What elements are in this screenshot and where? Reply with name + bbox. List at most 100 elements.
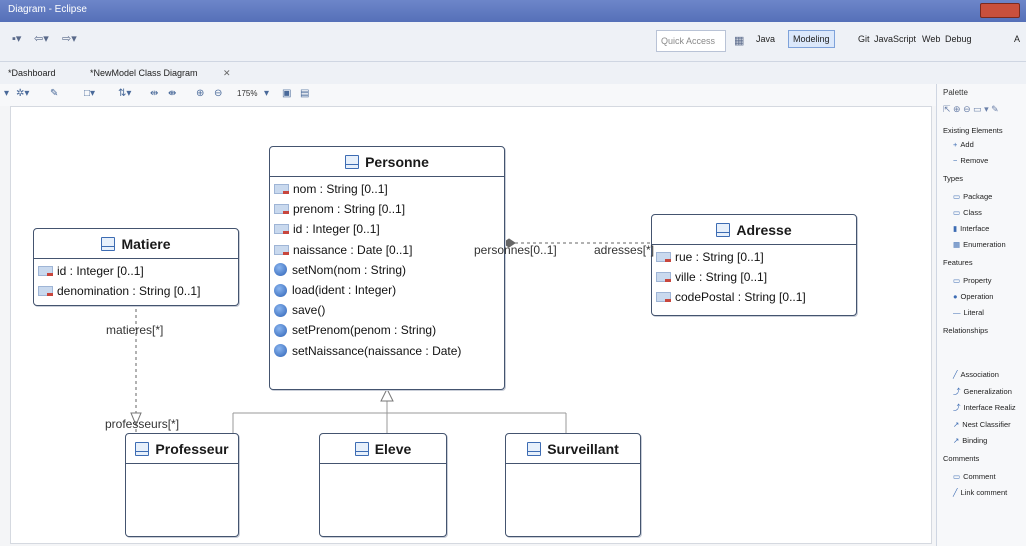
palette-item-interface[interactable]: ▮ Interface xyxy=(953,224,989,233)
select-icon[interactable]: ▾ xyxy=(4,88,9,99)
class-icon xyxy=(354,441,369,456)
palette-item-generalization[interactable]: ⤴ Generalization xyxy=(953,386,1012,397)
class-professeur[interactable]: Professeur xyxy=(125,433,239,537)
operation-label: load(ident : Integer) xyxy=(292,283,397,298)
edit-icon[interactable]: ✎ xyxy=(50,88,58,99)
palette-item-nest-classifier[interactable]: ↗ Nest Classifier xyxy=(953,420,1011,429)
grid-icon[interactable]: ▤ xyxy=(300,88,309,99)
zoom-level[interactable]: 175% xyxy=(237,89,257,98)
class-icon xyxy=(527,441,542,456)
attribute-naissance[interactable]: naissance : Date [0..1] xyxy=(274,240,500,260)
diagram-canvas[interactable]: Personne nom : String [0..1] prenom : St… xyxy=(10,106,932,544)
operation-setprenom[interactable]: setPrenom(penom : String) xyxy=(274,320,500,340)
close-tab-icon[interactable]: ✕ xyxy=(223,68,231,79)
palette-item-class[interactable]: ▭ Class xyxy=(953,208,982,217)
attribute-prenom[interactable]: prenom : String [0..1] xyxy=(274,199,500,219)
export-image-icon[interactable]: ▣ xyxy=(282,88,291,99)
class-matiere[interactable]: Matiere id : Integer [0..1] denomination… xyxy=(33,228,239,306)
palette-item-association[interactable]: ╱ Association xyxy=(953,370,999,379)
attribute-id[interactable]: id : Integer [0..1] xyxy=(38,261,234,281)
comment-icon: ▭ xyxy=(953,472,961,481)
palette-section-features[interactable]: Features xyxy=(943,258,973,267)
main-toolbar: ▪▾ ⇦▾ ⇨▾ Quick Access ▦ Java Modeling Gi… xyxy=(0,22,1026,62)
class-eleve[interactable]: Eleve xyxy=(319,433,447,537)
class-surveillant[interactable]: Surveillant xyxy=(505,433,641,537)
class-matiere-header: Matiere xyxy=(34,229,238,259)
perspective-java[interactable]: Java xyxy=(756,34,775,44)
open-perspective-icon[interactable]: ▦ xyxy=(734,34,744,47)
palette-item-binding[interactable]: ↗ Binding xyxy=(953,436,987,445)
palette-item-package[interactable]: ▭ Package xyxy=(953,192,992,201)
binding-icon: ↗ xyxy=(953,436,960,445)
palette-item-property[interactable]: ▭ Property xyxy=(953,276,991,285)
palette-section-types[interactable]: Types xyxy=(943,174,963,183)
palette-section-relationships[interactable]: Relationships xyxy=(943,326,988,335)
palette-item-operation[interactable]: ● Operation xyxy=(953,292,993,301)
class-matiere-name: Matiere xyxy=(121,235,171,252)
attribute-codepostal[interactable]: codePostal : String [0..1] xyxy=(656,287,852,307)
attribute-rue[interactable]: rue : String [0..1] xyxy=(656,247,852,267)
new-icon[interactable]: ▪▾ xyxy=(12,32,21,45)
close-window-button[interactable] xyxy=(980,3,1020,18)
link-comment-icon: ╱ xyxy=(953,488,958,497)
interface-icon: ▮ xyxy=(953,224,958,233)
perspective-debug[interactable]: Debug xyxy=(945,34,972,44)
attribute-ville[interactable]: ville : String [0..1] xyxy=(656,267,852,287)
class-personne-header: Personne xyxy=(270,147,504,177)
arrange-icon[interactable]: ⇅▾ xyxy=(118,88,131,99)
attribute-id[interactable]: id : Integer [0..1] xyxy=(274,219,500,239)
align-icon[interactable]: ⇹ xyxy=(150,88,158,99)
operation-setnom[interactable]: setNom(nom : String) xyxy=(274,260,500,280)
operation-setnaissance[interactable]: setNaissance(naissance : Date) xyxy=(274,341,500,361)
palette-item-add[interactable]: + Add xyxy=(953,140,974,149)
distribute-icon[interactable]: ⇼ xyxy=(168,88,176,99)
perspective-web[interactable]: Web xyxy=(922,34,940,44)
perspective-javascript[interactable]: JavaScript xyxy=(874,34,916,44)
attribute-label: id : Integer [0..1] xyxy=(57,264,144,279)
perspective-modeling[interactable]: Modeling xyxy=(788,30,835,48)
layout-icon[interactable]: ✲▾ xyxy=(16,88,29,99)
perspective-a[interactable]: A xyxy=(1014,34,1020,44)
palette-item-link-comment[interactable]: ╱ Link comment xyxy=(953,488,1007,497)
operation-load[interactable]: load(ident : Integer) xyxy=(274,280,500,300)
perspective-git[interactable]: Git xyxy=(858,34,870,44)
palette-section-existing[interactable]: Existing Elements xyxy=(943,126,1003,135)
palette-item-enumeration[interactable]: ▦ Enumeration xyxy=(953,240,1006,249)
tab-dashboard[interactable]: *Dashboard xyxy=(8,68,56,78)
palette-item-comment[interactable]: ▭ Comment xyxy=(953,472,996,481)
zoom-in-icon[interactable]: ⊕ xyxy=(196,88,204,99)
palette-tools-icon[interactable]: ⇱ ⊕ ⊖ ▭ ▾ ✎ xyxy=(943,104,999,115)
rectangle-icon[interactable]: □▾ xyxy=(84,88,95,99)
tab-class-diagram[interactable]: *NewModel Class Diagram xyxy=(90,68,198,78)
quick-access-input[interactable]: Quick Access xyxy=(656,30,726,52)
palette-section-comments[interactable]: Comments xyxy=(943,454,979,463)
class-adresse[interactable]: Adresse rue : String [0..1] ville : Stri… xyxy=(651,214,857,316)
operation-icon: ● xyxy=(953,292,958,301)
attribute-nom[interactable]: nom : String [0..1] xyxy=(274,179,500,199)
palette-item-interface-realization[interactable]: ⤴ Interface Realiz xyxy=(953,402,1016,413)
operation-icon xyxy=(274,283,287,297)
palette-item-literal[interactable]: — Literal xyxy=(953,308,984,317)
enumeration-icon: ▦ xyxy=(953,240,961,249)
link-label-personnes: personnes[0..1] xyxy=(474,243,557,257)
class-adresse-header: Adresse xyxy=(652,215,856,245)
attribute-label: naissance : Date [0..1] xyxy=(293,242,413,257)
operation-label: setPrenom(penom : String) xyxy=(292,323,437,338)
class-personne[interactable]: Personne nom : String [0..1] prenom : St… xyxy=(269,146,505,390)
forward-icon[interactable]: ⇨▾ xyxy=(62,32,77,45)
association-icon: ╱ xyxy=(953,370,958,379)
attribute-label: codePostal : String [0..1] xyxy=(675,290,806,305)
diagram-toolbar: ▾ ✲▾ ✎ □▾ ⇅▾ ⇹ ⇼ ⊕ ⊖ 175% ▾ ▣ ▤ xyxy=(0,84,936,106)
attribute-label: id : Integer [0..1] xyxy=(293,222,380,237)
class-icon xyxy=(101,236,116,251)
palette-item-remove[interactable]: − Remove xyxy=(953,156,988,165)
class-personne-members: nom : String [0..1] prenom : String [0..… xyxy=(270,177,504,363)
back-icon[interactable]: ⇦▾ xyxy=(34,32,49,45)
zoom-out-icon[interactable]: ⊖ xyxy=(214,88,222,99)
palette-title: Palette xyxy=(943,88,968,97)
generalization-arrow-icon xyxy=(380,387,394,402)
attribute-denomination[interactable]: denomination : String [0..1] xyxy=(38,281,234,301)
operation-save[interactable]: save() xyxy=(274,300,500,320)
property-icon xyxy=(274,244,289,255)
zoom-dropdown-icon[interactable]: ▾ xyxy=(264,88,269,99)
